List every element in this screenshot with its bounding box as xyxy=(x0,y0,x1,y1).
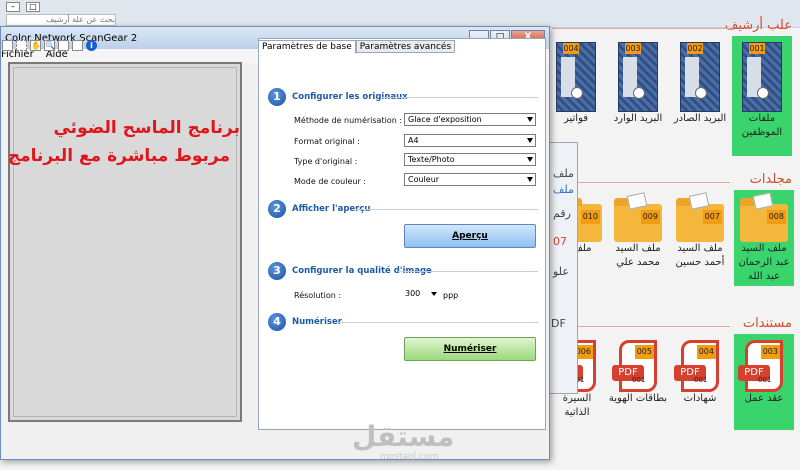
info-icon[interactable]: i xyxy=(86,39,97,51)
overlay-caption-line1: برنامج الماسح الضوئي xyxy=(53,118,240,138)
section-divider xyxy=(552,28,730,29)
binder-tile[interactable]: 001 ملفات الموظفين xyxy=(732,36,792,156)
step-divider xyxy=(336,322,538,323)
resolution-select[interactable]: 300 xyxy=(404,288,438,300)
copy-icon[interactable] xyxy=(72,39,83,51)
folder-icon: 009 xyxy=(614,192,662,242)
section-divider xyxy=(552,182,730,183)
step-number: 3 xyxy=(268,262,286,280)
folder-label: ملف السيد أحمد حسين xyxy=(675,243,725,268)
document-label: شهادات xyxy=(683,393,717,404)
document-tile[interactable]: 003 PDF 001 عقد عمل xyxy=(734,334,794,430)
binder-label: البريد الوارد xyxy=(613,113,663,124)
binder-label: فواتير xyxy=(563,113,589,124)
step-label: Numériser xyxy=(292,317,342,327)
step-scan: 4 Numériser xyxy=(268,313,342,331)
preview-toolbar: ✋ 🔍 i xyxy=(0,38,258,52)
color-mode-label: Mode de couleur : xyxy=(294,177,366,186)
dialog-text: ملف xyxy=(553,167,574,180)
section-title-folders: مجلدات xyxy=(749,172,792,187)
dialog-text: ملف xyxy=(553,183,574,196)
pdf-icon: 004 PDF 001 xyxy=(674,340,719,392)
binder-icon: 004 xyxy=(556,42,596,112)
type-select[interactable]: Texte/Photo xyxy=(404,153,536,166)
folder-icon: 008 xyxy=(740,192,788,242)
step-divider xyxy=(398,271,538,272)
dialog-text: رقم xyxy=(553,207,571,220)
binder-tile[interactable]: 002 البريد الصادر xyxy=(670,36,730,126)
format-label: Format original : xyxy=(294,137,360,146)
color-mode-select[interactable]: Couleur xyxy=(404,173,536,186)
tab-basic-settings[interactable]: Paramètres de base xyxy=(258,40,356,54)
binder-label: البريد الصادر xyxy=(673,113,727,124)
step-divider xyxy=(356,209,538,210)
zoom-icon[interactable]: 🔍 xyxy=(44,39,55,51)
binder-icon: 003 xyxy=(618,42,658,112)
watermark-url: mostaql.com xyxy=(380,452,439,462)
archive-search-input[interactable]: بحث عن علة أرشيف xyxy=(6,14,116,26)
step-number: 2 xyxy=(268,200,286,218)
format-select[interactable]: A4 xyxy=(404,134,536,147)
background-app-titlebar: – □ بحث عن علة أرشيف xyxy=(0,0,800,28)
type-label: Type d'original : xyxy=(294,157,358,166)
pdf-icon: 005 PDF 001 xyxy=(612,340,657,392)
binder-icon: 002 xyxy=(680,42,720,112)
dialog-text: DF xyxy=(551,317,566,330)
resolution-unit: ppp xyxy=(443,291,459,300)
section-title-documents: مستندات xyxy=(742,316,792,331)
select-icon[interactable] xyxy=(16,39,27,51)
maximize-icon[interactable]: □ xyxy=(26,2,40,12)
document-tile[interactable]: 005 PDF 001 بطاقات الهوية xyxy=(608,334,668,406)
step-divider xyxy=(382,97,538,98)
minimize-icon[interactable]: – xyxy=(6,2,20,12)
folder-label: ملف السيد عبد الرحمان عبد الله xyxy=(738,243,790,282)
open-icon[interactable] xyxy=(2,39,13,51)
document-label: السيرة الذاتية xyxy=(562,393,592,418)
dialog-text: 07 xyxy=(553,235,567,248)
window-controls: – □ xyxy=(6,2,40,12)
folder-tile[interactable]: 009 ملف السيد محمد علي xyxy=(608,190,668,270)
section-title-archive: علب أرشيف xyxy=(724,18,792,33)
folder-tile[interactable]: 007 ملف السيد أحمد حسين xyxy=(670,190,730,270)
preview-area[interactable] xyxy=(8,62,242,422)
dialog-text: علو xyxy=(553,265,569,278)
step-number: 1 xyxy=(268,88,286,106)
method-select[interactable]: Glace d'exposition xyxy=(404,113,536,126)
binder-icon: 001 xyxy=(742,42,782,112)
tab-advanced-settings[interactable]: Paramètres avancés xyxy=(355,40,456,53)
document-label: بطاقات الهوية xyxy=(608,393,668,404)
overlay-caption-line2: مربوط مباشرة مع البرنامج xyxy=(7,146,230,166)
watermark-logo: مستقل xyxy=(352,420,455,453)
settings-tabs: Paramètres de base Paramètres avancés xyxy=(258,40,456,54)
hand-icon[interactable]: ✋ xyxy=(30,39,41,51)
document-tile[interactable]: 004 PDF 001 شهادات xyxy=(670,334,730,406)
binder-label: ملفات الموظفين xyxy=(741,113,783,138)
document-label: عقد عمل xyxy=(744,393,784,404)
save-icon[interactable] xyxy=(58,39,69,51)
folder-label: ملف السيد محمد علي xyxy=(615,243,661,268)
binder-tile[interactable]: 004 فواتير xyxy=(546,36,606,126)
folder-tile[interactable]: 008 ملف السيد عبد الرحمان عبد الله xyxy=(734,190,794,286)
folder-icon: 007 xyxy=(676,192,724,242)
binder-tile[interactable]: 003 البريد الوارد xyxy=(608,36,668,126)
section-divider xyxy=(552,326,730,327)
method-label: Méthode de numérisation : xyxy=(294,116,403,125)
resolution-label: Résolution : xyxy=(294,291,342,300)
step-number: 4 xyxy=(268,313,286,331)
pdf-icon: 003 PDF 001 xyxy=(738,340,783,392)
preview-button[interactable]: Aperçu xyxy=(404,224,536,248)
scan-button[interactable]: Numériser xyxy=(404,337,536,361)
